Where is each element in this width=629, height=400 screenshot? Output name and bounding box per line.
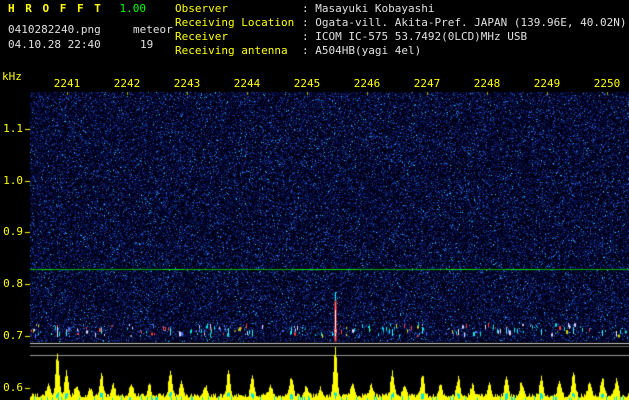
info-value: : Ogata-vill. Akita-Pref. JAPAN (139.96E…: [302, 16, 627, 29]
time-tick-label: 2244: [233, 77, 261, 90]
output-filename: 0410282240.png: [8, 23, 101, 36]
time-tick-label: 2248: [473, 77, 501, 90]
freq-tick-label: 0.7: [3, 329, 23, 342]
datetime-label: 04.10.28 22:40: [8, 38, 101, 51]
time-tick-label: 2249: [533, 77, 561, 90]
info-row-location: Receiving Location : Ogata-vill. Akita-Pr…: [175, 16, 627, 30]
info-label: Receiver: [175, 30, 228, 43]
info-row-observer: Observer : Masayuki Kobayashi: [175, 2, 627, 16]
title-row: H R O F F T 1.00: [8, 2, 146, 15]
hrofft-screen: H R O F F T 1.00 0410282240.png meteor 0…: [0, 0, 629, 400]
time-tick-label: 2245: [293, 77, 321, 90]
info-label: Receiving Location: [175, 16, 295, 29]
time-tick-label: 2241: [53, 77, 81, 90]
time-tick-label: 2247: [413, 77, 441, 90]
spectrogram-canvas: [0, 0, 629, 400]
freq-tick-label: 0.8: [3, 277, 23, 290]
freq-tick-label: 0.6: [3, 381, 23, 394]
time-tick-label: 2246: [353, 77, 381, 90]
info-value: : A504HB(yagi 4el): [302, 44, 422, 57]
time-tick-label: 2250: [593, 77, 621, 90]
echo-count: 19: [140, 38, 154, 51]
freq-unit-label: kHz: [2, 70, 22, 83]
app-title: H R O F F T: [8, 2, 103, 15]
info-row-receiver: Receiver : ICOM IC-575 53.7492(0LCD)MHz U…: [175, 30, 627, 44]
info-row-antenna: Receiving antenna : A504HB(yagi 4el): [175, 44, 627, 58]
app-version: 1.00: [119, 2, 146, 15]
station-info: Observer : Masayuki Kobayashi Receiving L…: [175, 2, 627, 58]
info-label: Receiving antenna: [175, 44, 288, 57]
freq-tick-label: 1.1: [3, 122, 23, 135]
freq-tick-label: 0.9: [3, 225, 23, 238]
info-value: : ICOM IC-575 53.7492(0LCD)MHz USB: [302, 30, 528, 43]
info-label: Observer: [175, 2, 228, 15]
time-tick-label: 2243: [173, 77, 201, 90]
freq-tick-label: 1.0: [3, 174, 23, 187]
info-value: : Masayuki Kobayashi: [302, 2, 435, 15]
time-tick-label: 2242: [113, 77, 141, 90]
mode-label: meteor: [133, 23, 173, 36]
